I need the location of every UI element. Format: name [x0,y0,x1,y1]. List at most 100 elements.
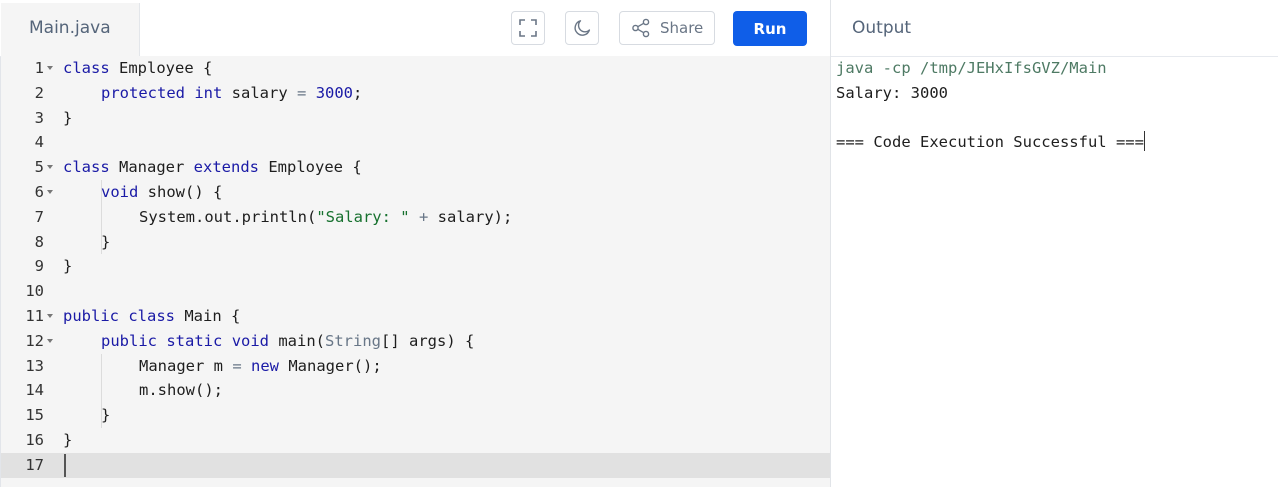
code-line-11: 11 public class Main { [1,304,830,329]
text-cursor [64,454,66,477]
fullscreen-button[interactable] [511,11,545,45]
code-line-4: 4 [1,130,830,155]
output-blank-line [836,106,1145,131]
code-line-1: 1 class Employee { [1,56,830,81]
line-number: 11 [25,307,44,325]
code-text: show() { [138,183,223,201]
code-text: Manager [109,158,194,177]
keyword: class [63,59,110,77]
share-button[interactable]: Share [619,11,715,45]
code-text: } [101,232,111,251]
fold-arrow-icon[interactable] [47,338,53,343]
code-line-15: 15 } [1,403,830,428]
line-number: 4 [34,133,44,152]
keyword: protected [101,83,185,102]
fold-arrow-icon[interactable] [47,190,53,194]
fullscreen-icon [519,19,537,37]
code-line-5: 5 class Manager extends Employee { [1,155,830,180]
code-text: m.show(); [139,381,223,400]
code-line-14: 14 m.show(); [1,378,830,403]
editor-toolbar: Main.java Share Run [0,0,830,57]
code-editor[interactable]: 1 class Employee { 2 protected int salar… [1,56,830,487]
pane-divider[interactable] [830,0,831,487]
code-line-16: 16 } [1,428,830,453]
string-literal: "Salary: " [316,207,410,226]
code-line-7: 7 System.out.println("Salary: " + salary… [1,205,830,230]
share-label: Share [660,19,704,37]
output-status: === Code Execution Successful === [836,133,1144,152]
type-name: String [325,331,382,350]
keyword: class [63,158,110,177]
output-console: java -cp /tmp/JEHxIfsGVZ/Main Salary: 30… [836,56,1146,155]
code-line-10: 10 [1,279,830,304]
number-literal: 3000 [315,83,354,102]
output-command: java -cp /tmp/JEHxIfsGVZ/Main [836,59,1107,77]
code-line-13: 13 Manager m = new Manager(); [1,354,830,379]
code-text: [] args) { [381,331,475,350]
line-number: 14 [25,381,44,400]
line-number: 2 [34,83,44,102]
code-line-6: 6 void show() { [1,180,830,205]
fold-arrow-icon[interactable] [47,314,53,318]
code-text: } [63,431,73,449]
keyword: void [231,331,270,350]
line-number: 10 [25,282,44,301]
code-text: ; [353,83,363,102]
theme-toggle-button[interactable] [565,11,599,45]
code-text: Employee { [109,59,213,77]
file-tab-main-java[interactable]: Main.java [1,3,140,56]
output-cursor [1143,131,1146,152]
code-line-3: 3 } [1,106,830,131]
code-line-17-active: 17 [1,452,830,478]
code-text: salary); [428,207,513,226]
file-tab-label: Main.java [29,18,111,38]
keyword: class [128,307,176,325]
code-text: Main { [175,307,241,325]
line-number: 15 [25,406,44,425]
output-header: Output [831,0,1278,57]
code-line-8: 8 } [1,230,830,255]
line-number: 9 [34,257,44,276]
line-number: 6 [34,183,44,201]
code-line-2: 2 protected int salary = 3000; [1,81,830,106]
line-number: 7 [34,207,44,226]
moon-icon [574,20,591,36]
line-number: 8 [34,232,44,251]
code-text: } [63,108,73,127]
line-number: 3 [34,108,44,127]
line-number: 12 [25,331,44,350]
keyword: static [166,331,223,350]
line-number: 17 [25,455,44,474]
keyword: void [101,183,139,201]
line-number: 1 [34,59,44,77]
run-button[interactable]: Run [733,11,807,46]
fold-arrow-icon[interactable] [47,66,53,70]
operator: = [232,356,242,375]
code-line-9: 9 } [1,254,830,279]
line-number: 16 [25,431,44,449]
code-text: main( [269,331,326,350]
code-text: Manager m [139,356,233,375]
keyword: extends [193,158,259,177]
code-text: Employee { [259,158,362,177]
line-number: 13 [25,356,44,375]
operator: = [297,83,307,102]
line-number: 5 [34,158,44,177]
keyword: public [63,307,119,325]
code-text: } [101,406,111,425]
fold-arrow-icon[interactable] [47,165,53,170]
code-line-12: 12 public static void main(String[] args… [1,329,830,354]
code-text: System.out.println( [139,207,317,226]
output-title: Output [852,18,912,38]
code-text: } [63,257,73,276]
code-text: Manager(); [279,356,382,375]
output-status-line: === Code Execution Successful === [836,130,1146,155]
keyword: new [251,356,280,375]
keyword: int [194,83,223,102]
